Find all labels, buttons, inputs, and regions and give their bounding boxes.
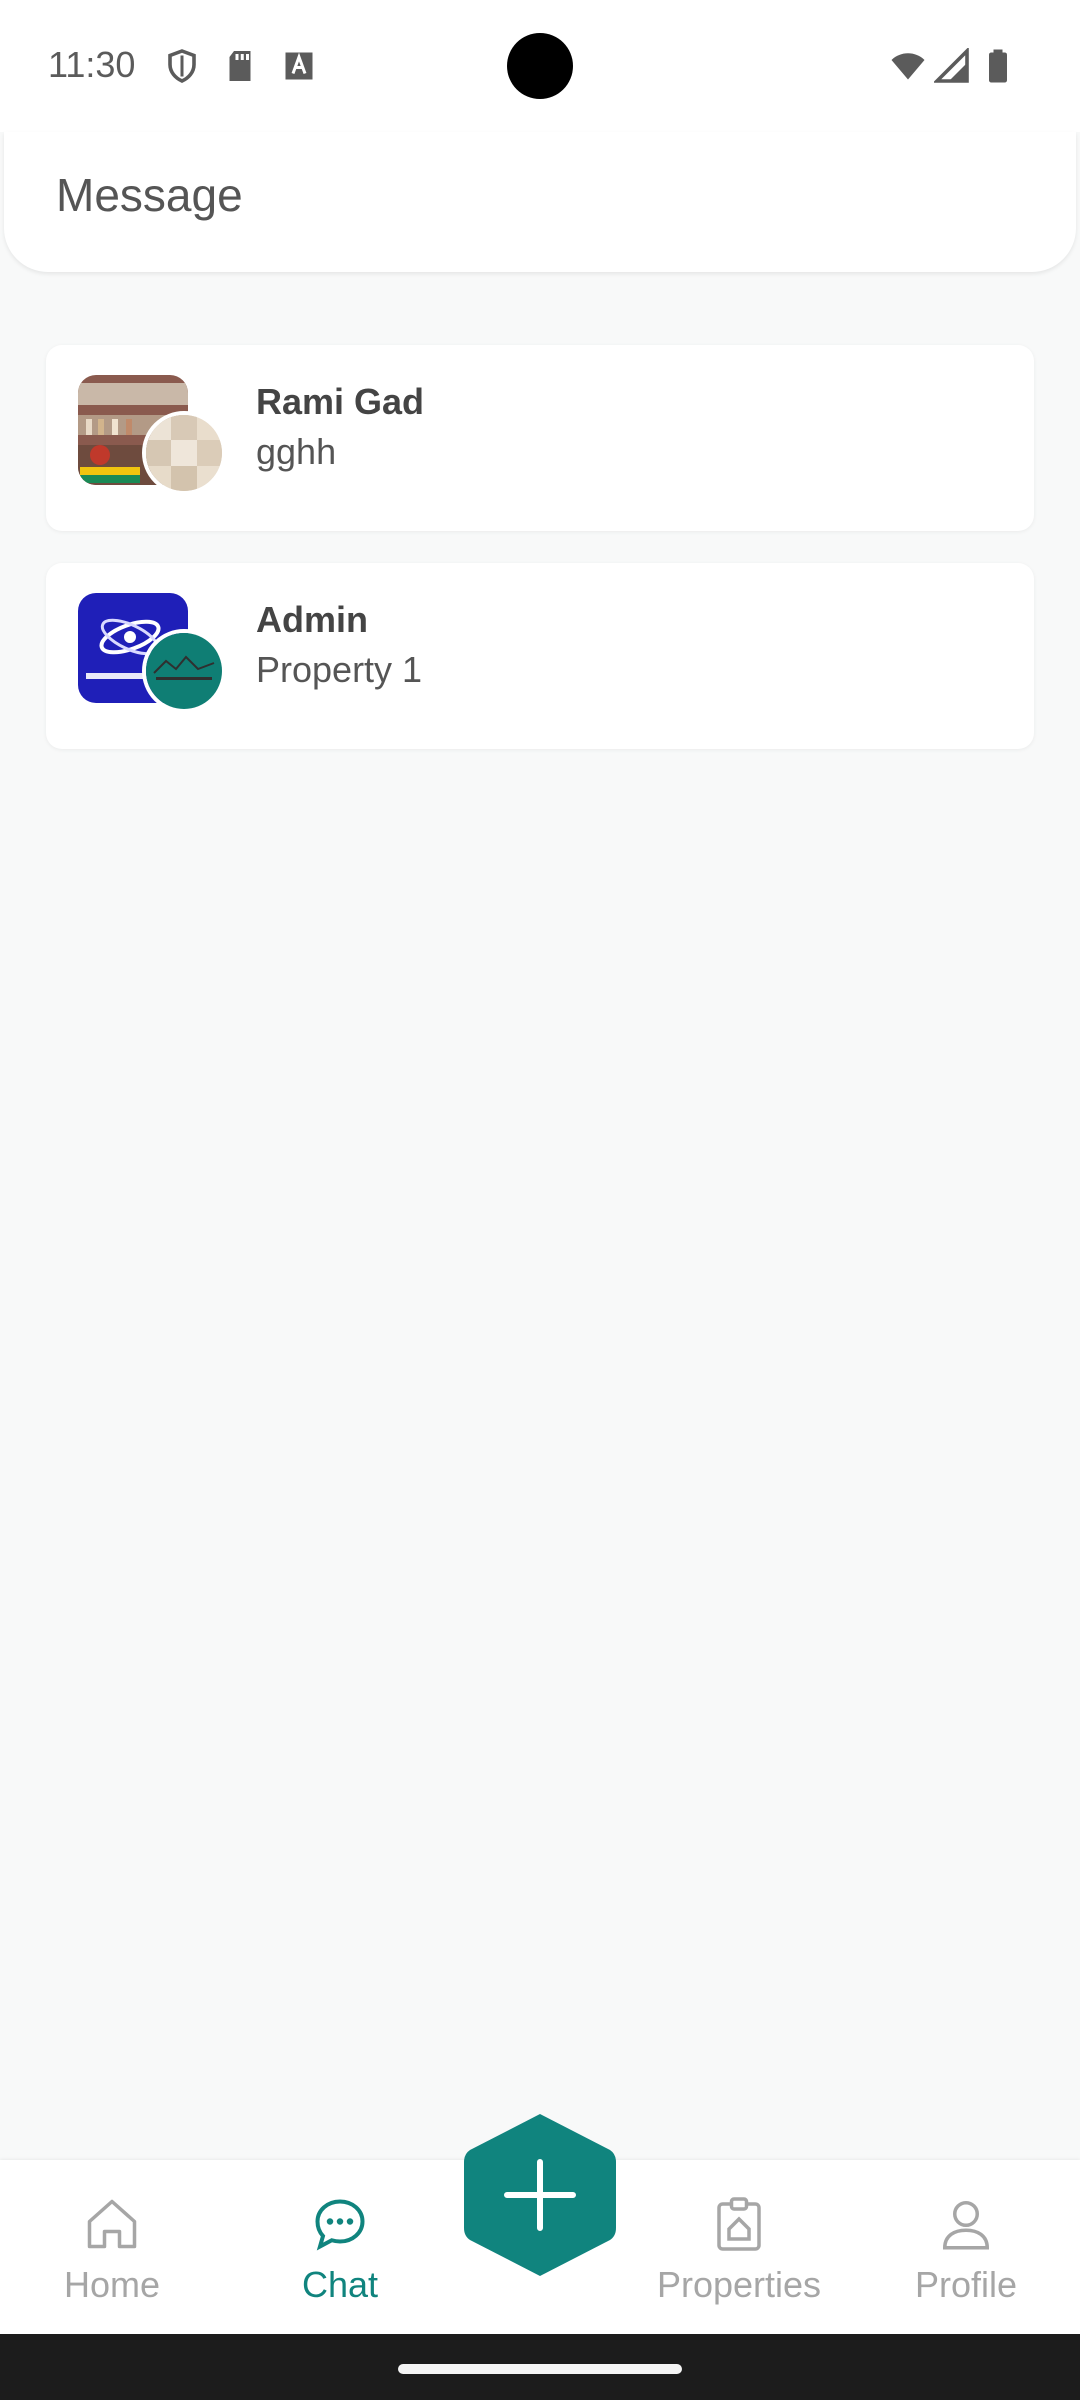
nav-home-label: Home [63, 2264, 161, 2305]
font-a-icon [285, 52, 313, 80]
nav-chat-label: Chat [301, 2264, 379, 2305]
camera-cutout [507, 33, 573, 99]
status-time: 11:30 [48, 44, 136, 85]
chat-name: Rami Gad [256, 381, 425, 422]
person-icon [942, 2201, 990, 2250]
chat-preview: gghh [256, 431, 337, 472]
nav-home[interactable]: Home [12, 2160, 212, 2334]
nav-profile[interactable]: Profile [866, 2160, 1066, 2334]
battery-icon [989, 49, 1007, 83]
chat-item[interactable]: Admin Property 1 [46, 563, 1034, 749]
home-indicator[interactable] [398, 2364, 682, 2374]
user-avatar [142, 411, 226, 495]
gesture-bar [0, 2334, 1080, 2400]
nav-properties-label: Properties [656, 2264, 822, 2305]
logo-avatar [142, 629, 226, 713]
home-icon [87, 2199, 137, 2249]
sd-card-icon [229, 51, 251, 81]
status-bar: 11:30 [0, 0, 1080, 132]
add-button[interactable] [462, 2110, 618, 2280]
nav-chat[interactable]: Chat [240, 2160, 440, 2334]
nav-profile-label: Profile [914, 2264, 1018, 2305]
shield-icon [168, 49, 196, 83]
header: Message [4, 132, 1076, 272]
wifi-icon [891, 53, 925, 80]
signal-icon [934, 48, 969, 83]
chat-bubble-icon [315, 2199, 365, 2251]
chat-item[interactable]: Rami Gad gghh [46, 345, 1034, 531]
nav-properties[interactable]: Properties [639, 2160, 839, 2334]
chat-preview: Property 1 [256, 649, 423, 690]
clipboard-house-icon [717, 2197, 761, 2251]
chat-name: Admin [256, 599, 368, 640]
page-title: Message [56, 169, 243, 221]
